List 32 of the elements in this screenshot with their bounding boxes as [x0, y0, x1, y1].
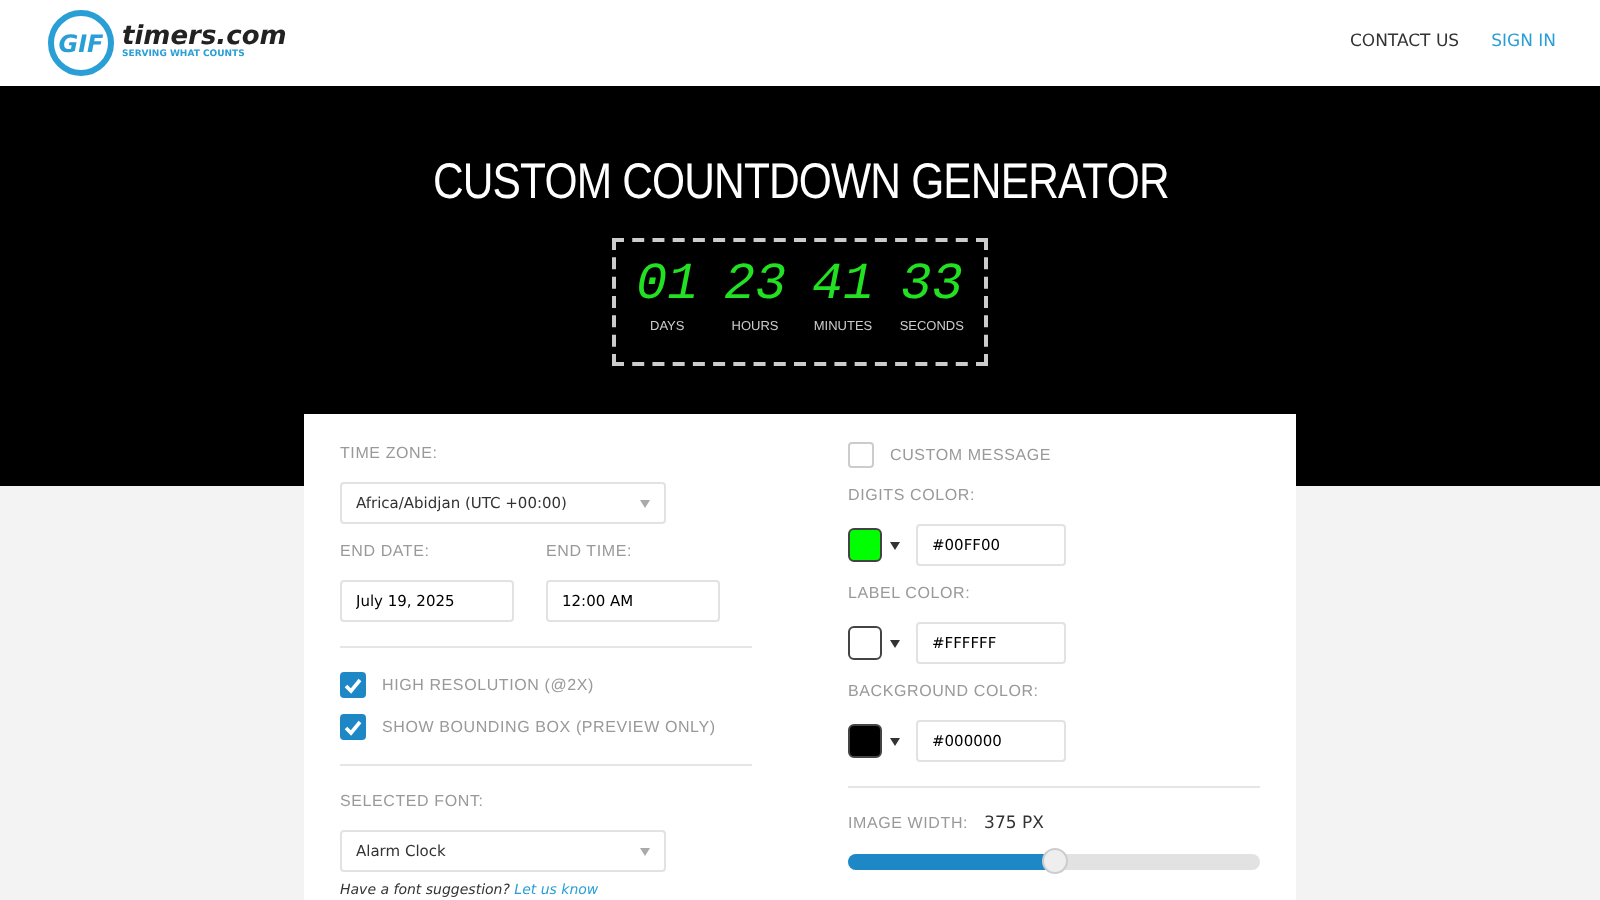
nav-link[interactable]: CONTACT US [1349, 30, 1460, 56]
color-swatch[interactable] [848, 528, 882, 562]
caret-icon [640, 499, 650, 507]
field-label: SELECTED FONT: [340, 790, 486, 814]
width-slider[interactable] [848, 853, 1260, 870]
checkbox[interactable] [848, 442, 874, 468]
logo-badge: GIF [48, 10, 114, 76]
checkbox-label: SHOW BOUNDING BOX (PREVIEW ONLY) [382, 715, 716, 739]
width-value: 375 PX [984, 812, 1044, 838]
field-label: TIME ZONE: [340, 442, 440, 466]
countdown-digits: 41 [811, 257, 875, 309]
caret-icon[interactable] [890, 737, 900, 745]
field-label: LABEL COLOR: [848, 582, 973, 606]
logo-name: timers.com [122, 23, 287, 50]
color-swatch[interactable] [848, 626, 882, 660]
field-label: IMAGE WIDTH: [848, 812, 969, 836]
checkbox[interactable] [340, 672, 366, 698]
checkbox[interactable] [340, 714, 366, 740]
countdown-digits: 33 [900, 257, 963, 309]
caret-icon[interactable] [890, 639, 900, 647]
checkbox-label: HIGH RESOLUTION (@2X) [382, 673, 594, 697]
field-label: END DATE: [340, 540, 432, 564]
field-label: DIGITS COLOR: [848, 484, 977, 508]
field-label: END TIME: [546, 540, 635, 564]
checkbox-label: CUSTOM MESSAGE [890, 443, 1052, 467]
color-swatch[interactable] [848, 724, 882, 758]
page-title: CUSTOM COUNTDOWN GENERATOR [432, 152, 1168, 214]
caret-icon [640, 847, 650, 855]
caret-icon[interactable] [890, 541, 900, 549]
countdown-digits: 23 [723, 257, 787, 309]
countdown-digits: 01 [636, 257, 699, 309]
field-label: BACKGROUND COLOR: [848, 680, 1041, 704]
